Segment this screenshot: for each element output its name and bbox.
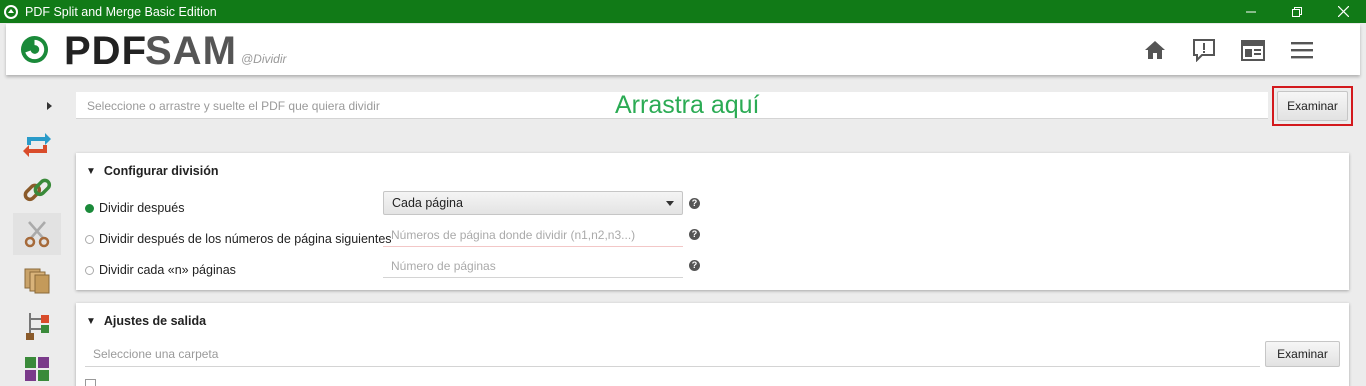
split-settings-header[interactable]: ▼ Configurar división <box>86 164 219 178</box>
radio-split-after-page-numbers[interactable]: Dividir después de los números de página… <box>85 232 392 246</box>
sidebar-item-link[interactable] <box>13 169 61 211</box>
output-folder-input[interactable]: Seleccione una carpeta <box>85 342 1260 367</box>
menu-icon <box>1290 41 1313 58</box>
radio-split-every-n-pages[interactable]: Dividir cada «n» páginas <box>85 263 236 277</box>
output-settings-header[interactable]: ▼ Ajustes de salida <box>86 314 206 328</box>
logo-text-pdf: PDF <box>64 29 147 73</box>
split-settings-panel: ▼ Configurar división Dividir después Ca… <box>76 153 1349 290</box>
split-after-select-value: Cada página <box>392 196 463 210</box>
split-module-icon <box>24 221 50 248</box>
close-icon <box>1337 6 1349 17</box>
sidebar-item-split[interactable] <box>13 213 61 255</box>
menu-button[interactable] <box>1289 37 1314 62</box>
extract-module-icon <box>24 268 50 294</box>
restore-icon <box>1292 6 1302 17</box>
current-module-label: @Dividir <box>241 52 287 66</box>
minimize-icon <box>1246 11 1256 12</box>
pdfsam-logo-icon <box>20 35 49 64</box>
output-settings-title: Ajustes de salida <box>103 314 207 328</box>
checkbox[interactable] <box>85 379 96 386</box>
title-bar: PDF Split and Merge Basic Edition <box>0 0 1366 23</box>
help-icon[interactable]: ? <box>689 260 700 271</box>
minimize-button[interactable] <box>1228 0 1274 23</box>
help-icon[interactable]: ? <box>689 198 700 209</box>
window-title: PDF Split and Merge Basic Edition <box>25 4 217 19</box>
news-button[interactable] <box>1240 37 1265 62</box>
page-numbers-input[interactable]: Números de página donde dividir (n1,n2,n… <box>383 223 683 247</box>
app-icon <box>4 4 18 19</box>
home-icon <box>1144 40 1165 59</box>
overwrite-checkbox-row[interactable] <box>85 379 101 386</box>
help-icon[interactable]: ? <box>689 229 700 240</box>
alternate-mix-icon <box>25 357 49 381</box>
browse-highlight-box: Examinar <box>1272 86 1353 126</box>
browse-folder-button[interactable]: Examinar <box>1265 341 1340 367</box>
radio-indicator <box>85 203 94 213</box>
feedback-button[interactable] <box>1191 37 1216 62</box>
home-button[interactable] <box>1142 37 1167 62</box>
sidebar-item-split-by-bookmarks[interactable] <box>13 304 61 346</box>
sidebar-expand-icon[interactable] <box>44 100 54 112</box>
logo-text-sam: SAM <box>145 29 237 73</box>
browse-pdf-button[interactable]: Examinar <box>1277 91 1348 121</box>
collapse-icon: ▼ <box>86 165 96 177</box>
split-settings-title: Configurar división <box>103 164 219 178</box>
radio-indicator <box>85 234 94 244</box>
link-module-icon <box>23 178 52 202</box>
news-icon <box>1240 39 1265 61</box>
close-button[interactable] <box>1320 0 1366 23</box>
app-header: PDF SAM @Dividir <box>6 24 1360 75</box>
drag-here-hint: Arrastra aquí <box>615 91 760 119</box>
radio-label: Dividir cada «n» páginas <box>99 263 236 277</box>
sidebar-item-extract[interactable] <box>13 259 61 301</box>
merge-module-icon <box>23 133 51 157</box>
collapse-icon: ▼ <box>86 315 96 327</box>
sidebar-item-alternate-mix[interactable] <box>13 348 61 386</box>
output-settings-panel: ▼ Ajustes de salida Seleccione una carpe… <box>76 303 1349 386</box>
every-n-pages-input[interactable]: Número de páginas <box>383 254 683 278</box>
sidebar-item-merge[interactable] <box>13 124 61 166</box>
pdf-input-placeholder: Seleccione o arrastre y suelte el PDF qu… <box>87 99 380 113</box>
split-after-select[interactable]: Cada página <box>383 191 683 215</box>
radio-label: Dividir después <box>99 201 185 215</box>
split-by-bookmarks-icon <box>26 313 49 340</box>
radio-indicator <box>85 265 94 275</box>
radio-label: Dividir después de los números de página… <box>99 232 392 246</box>
chevron-down-icon <box>666 201 674 206</box>
feedback-icon <box>1192 38 1215 62</box>
maximize-button[interactable] <box>1274 0 1320 23</box>
radio-split-after[interactable]: Dividir después <box>85 201 184 215</box>
